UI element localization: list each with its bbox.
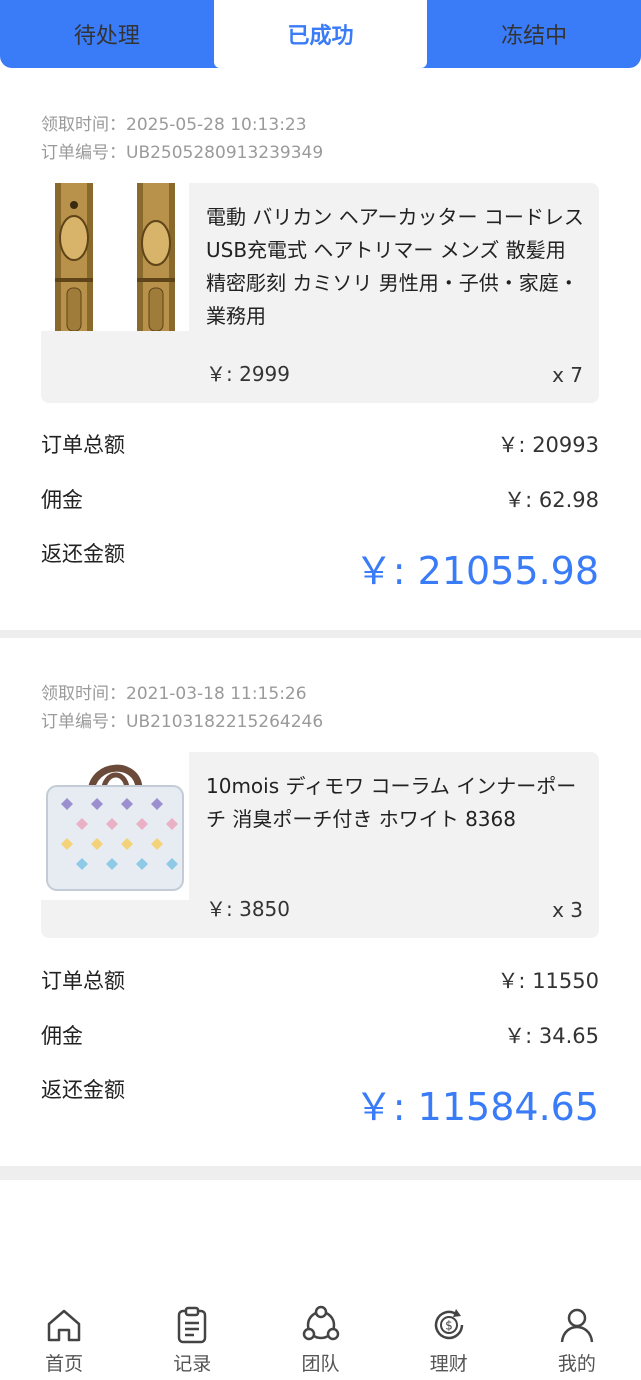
product-quantity: x 3 <box>552 898 583 922</box>
product-image <box>41 752 189 900</box>
order-total-label: 订单总额 <box>41 433 125 457</box>
svg-text:$: $ <box>445 1319 453 1333</box>
nav-label: 理财 <box>429 1353 468 1375</box>
finance-icon: $ <box>434 1309 463 1340</box>
product-image <box>41 183 189 332</box>
commission-row: 佣金 ￥: 62.98 <box>41 482 599 516</box>
divider <box>0 1166 641 1180</box>
nav-records[interactable]: 记录 <box>128 1300 256 1380</box>
nav-home[interactable]: 首页 <box>0 1300 128 1380</box>
commission-label: 佣金 <box>41 1024 83 1048</box>
order-no-label: 订单编号： <box>41 143 126 163</box>
product-name: 10mois ディモワ コーラム インナーポーチ 消臭ポーチ付き ホワイト 83… <box>206 774 577 831</box>
refund-amount: ￥: 21055.98 <box>354 549 599 593</box>
commission-value: ￥: 62.98 <box>504 488 599 512</box>
nav-label: 团队 <box>301 1353 340 1375</box>
refund-label: 返还金额 <box>41 1078 125 1102</box>
product-price: ￥: 2999 <box>206 362 290 386</box>
product-card[interactable]: 10mois ディモワ コーラム インナーポーチ 消臭ポーチ付き ホワイト 83… <box>41 752 599 938</box>
tab-pending[interactable]: 待处理 <box>0 0 214 68</box>
status-tabs: 待处理 已成功 冻结中 <box>0 0 641 68</box>
bottom-nav: 首页 记录 团队 $ 理财 我的 <box>0 1300 641 1380</box>
order-total-value: ￥: 20993 <box>497 433 599 457</box>
refund-amount: ￥: 11584.65 <box>354 1085 599 1129</box>
product-quantity: x 7 <box>552 363 583 387</box>
nav-finance[interactable]: $ 理财 <box>385 1300 513 1380</box>
order-total-row: 订单总额 ￥: 20993 <box>41 427 599 461</box>
divider <box>0 630 641 638</box>
nav-label: 我的 <box>557 1353 596 1375</box>
nav-label: 首页 <box>45 1353 84 1375</box>
user-icon <box>560 1308 594 1343</box>
commission-row: 佣金 ￥: 34.65 <box>41 1018 599 1052</box>
claim-time: 2025-05-28 10:13:23 <box>126 115 307 135</box>
commission-value: ￥: 34.65 <box>504 1024 599 1048</box>
tab-frozen[interactable]: 冻结中 <box>427 0 641 68</box>
order-total-row: 订单总额 ￥: 11550 <box>41 963 599 997</box>
claim-time: 2021-03-18 11:15:26 <box>126 684 307 704</box>
order-total-label: 订单总额 <box>41 969 125 993</box>
product-price: ￥: 3850 <box>206 897 290 921</box>
refund-row: 返还金额 ￥: 11584.65 <box>41 1074 599 1129</box>
clipboard-icon <box>178 1306 207 1344</box>
claim-time-label: 领取时间： <box>41 115 126 135</box>
nav-label: 记录 <box>173 1353 212 1375</box>
nav-team[interactable]: 团队 <box>256 1300 384 1380</box>
order-number: UB2505280913239349 <box>126 143 324 163</box>
home-icon <box>47 1309 81 1342</box>
order-meta: 领取时间：2021-03-18 11:15:26 订单编号：UB21031822… <box>41 680 323 736</box>
refund-label: 返还金额 <box>41 542 125 566</box>
claim-time-label: 领取时间： <box>41 684 126 704</box>
commission-label: 佣金 <box>41 488 83 512</box>
order-no-label: 订单编号： <box>41 712 126 732</box>
order-number: UB2103182215264246 <box>126 712 324 732</box>
order-total-value: ￥: 11550 <box>497 969 599 993</box>
team-icon <box>302 1305 339 1341</box>
product-card[interactable]: 電動 バリカン ヘアーカッター コードレス USB充電式 ヘアトリマー メンズ … <box>41 183 599 403</box>
tab-success[interactable]: 已成功 <box>213 0 428 68</box>
product-name: 電動 バリカン ヘアーカッター コードレス USB充電式 ヘアトリマー メンズ … <box>206 205 584 328</box>
order-meta: 领取时间：2025-05-28 10:13:23 订单编号：UB25052809… <box>41 111 323 167</box>
nav-mine[interactable]: 我的 <box>513 1300 641 1380</box>
refund-row: 返还金额 ￥: 21055.98 <box>41 538 599 593</box>
